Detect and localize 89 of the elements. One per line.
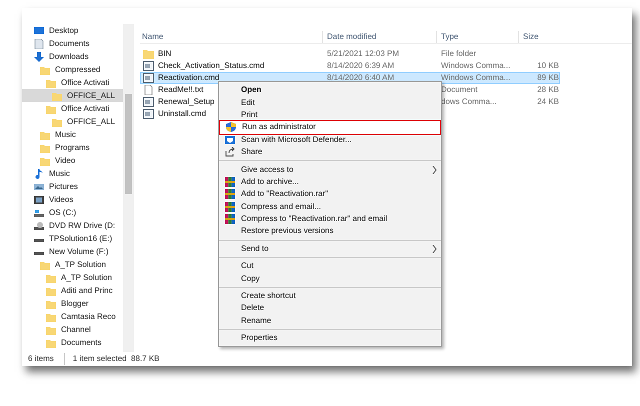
- file-type: Document: [441, 85, 478, 94]
- sidebar-item[interactable]: Music: [22, 167, 123, 180]
- folder-icon: [143, 49, 154, 59]
- file-name: BIN: [158, 48, 172, 60]
- file-size: 24 KB: [537, 97, 559, 106]
- menu-item[interactable]: Delete: [219, 302, 441, 315]
- desktop-icon: [34, 26, 44, 36]
- dvd-drive-icon: [34, 220, 44, 230]
- sidebar-item[interactable]: Downloads: [22, 50, 123, 63]
- file-name: Renewal_Setup: [158, 96, 214, 108]
- sidebar-item[interactable]: Video: [22, 154, 123, 167]
- sidebar-item[interactable]: Compressed: [22, 63, 123, 76]
- menu-item[interactable]: Copy: [219, 272, 441, 285]
- menu-item[interactable]: Compress and email...: [219, 200, 441, 213]
- music-note-icon: [34, 168, 44, 178]
- document-icon: [34, 38, 44, 48]
- sidebar-item[interactable]: New Volume (F:): [22, 245, 123, 258]
- file-size: 10 KB: [537, 61, 559, 70]
- defender-shield-icon: [225, 134, 235, 145]
- sidebar-item[interactable]: OFFICE_ALL: [22, 115, 123, 128]
- sidebar-item[interactable]: OS (C:): [22, 206, 123, 219]
- menu-item[interactable]: Restore previous versions: [219, 225, 441, 238]
- archive-books-icon: [225, 189, 235, 200]
- sidebar-item[interactable]: Documents: [22, 336, 123, 349]
- menu-item[interactable]: Run as administrator: [220, 121, 440, 134]
- share-icon: [225, 147, 235, 158]
- command-file-icon: [143, 109, 154, 119]
- menu-item[interactable]: Open: [219, 84, 441, 96]
- shield-icon: [226, 122, 236, 132]
- menu-item[interactable]: Print: [219, 108, 441, 122]
- film-icon: [34, 194, 44, 204]
- menu-item[interactable]: Add to "Reactivation.rar": [219, 188, 441, 201]
- sidebar-item[interactable]: Camtasia Reco: [22, 310, 123, 323]
- sidebar-item[interactable]: Blogger: [22, 297, 123, 310]
- menu-item[interactable]: Rename: [219, 314, 441, 328]
- menu-item[interactable]: Send to: [219, 242, 441, 256]
- file-size: 28 KB: [537, 85, 559, 94]
- menu-item[interactable]: Create shortcut: [219, 290, 441, 302]
- command-file-icon: [143, 97, 154, 107]
- menu-item[interactable]: Cut: [219, 260, 441, 272]
- sidebar-item[interactable]: Documents: [22, 37, 123, 50]
- menu-item[interactable]: Compress to "Reactivation.rar" and email: [219, 212, 441, 226]
- date-modified: 5/21/2021 12:03 PM: [327, 49, 400, 58]
- command-file-icon: [143, 61, 154, 71]
- column-header[interactable]: Name: [140, 31, 322, 43]
- column-header[interactable]: Type: [436, 31, 518, 43]
- file-name: Check_Activation_Status.cmd: [158, 60, 264, 72]
- date-modified: 8/14/2020 6:39 AM: [327, 61, 394, 70]
- pictures-icon: [34, 182, 44, 192]
- file-name: Reactivation.cmd: [158, 72, 220, 84]
- sidebar-item[interactable]: Aditi and Princ: [22, 284, 123, 297]
- sidebar-item[interactable]: A_TP Solution: [22, 258, 123, 271]
- sidebar-item[interactable]: Channel: [22, 323, 123, 336]
- menu-item[interactable]: Give access to: [219, 163, 441, 176]
- date-modified: 8/14/2020 6:40 AM: [327, 73, 394, 82]
- item-count: 6 items: [28, 353, 54, 365]
- sidebar-item[interactable]: Music: [22, 128, 123, 141]
- sidebar-item[interactable]: Desktop: [22, 24, 123, 37]
- sidebar-item[interactable]: A_TP Solution: [22, 271, 123, 284]
- menu-item[interactable]: Edit: [219, 96, 441, 109]
- sidebar-item[interactable]: Pictures: [22, 180, 123, 193]
- scrollbar[interactable]: [123, 24, 134, 352]
- file-name: Uninstall.cmd: [158, 108, 206, 120]
- sidebar-item[interactable]: Programs: [22, 141, 123, 154]
- sidebar-item[interactable]: Office Activati: [22, 102, 123, 115]
- file-size: 89 KB: [537, 73, 559, 82]
- menu-item[interactable]: Share: [219, 146, 441, 158]
- column-header[interactable]: Size: [518, 31, 558, 43]
- menu-item[interactable]: Add to archive...: [219, 176, 441, 188]
- drive-icon: [34, 208, 44, 218]
- column-header[interactable]: Date modified: [322, 31, 436, 43]
- file-type: dows Comma...: [441, 97, 497, 106]
- archive-books-icon: [225, 214, 235, 224]
- file-type: Windows Comma...: [441, 73, 510, 82]
- sidebar-item[interactable]: DVD RW Drive (D:: [22, 219, 123, 232]
- archive-books-icon: [225, 202, 235, 212]
- sidebar-item[interactable]: TPSolution16 (E:): [22, 232, 123, 245]
- command-file-icon: [143, 73, 154, 83]
- menu-item[interactable]: Scan with Microsoft Defender...: [219, 134, 441, 146]
- sidebar-item[interactable]: Videos: [22, 193, 123, 206]
- download-arrow-icon: [34, 52, 44, 62]
- selection-info: 1 item selected 88.7 KB: [64, 353, 160, 365]
- file-type: File folder: [441, 49, 476, 58]
- archive-books-icon: [225, 176, 235, 187]
- file-type: Windows Comma...: [441, 61, 510, 70]
- file-name: ReadMe!!.txt: [158, 84, 204, 96]
- sidebar-item[interactable]: Office Activati: [22, 76, 123, 89]
- sidebar-item[interactable]: OFFICE_ALL: [22, 89, 123, 102]
- menu-item[interactable]: Properties: [219, 332, 441, 344]
